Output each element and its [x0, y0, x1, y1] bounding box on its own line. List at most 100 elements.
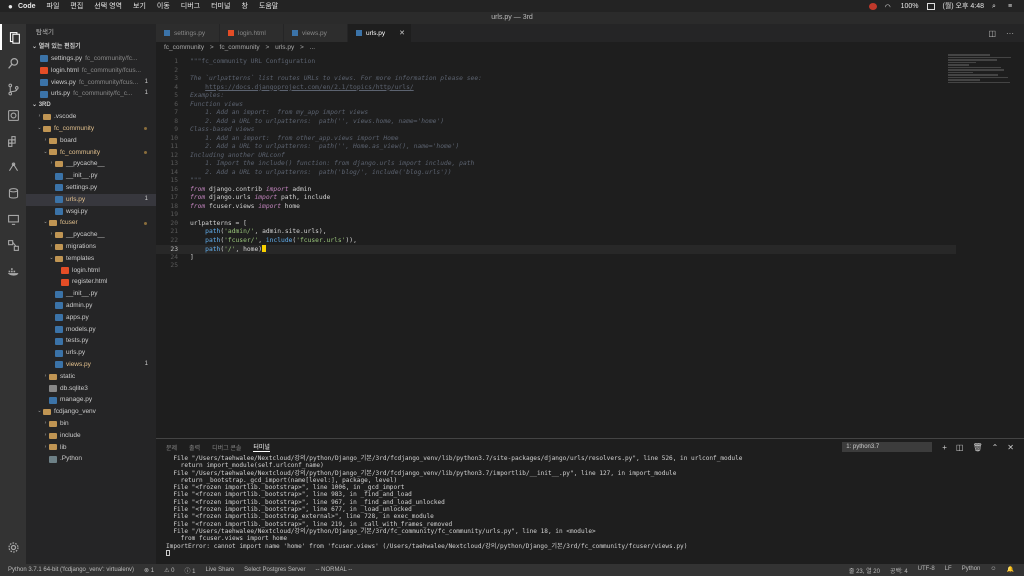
open-editors-header[interactable]: ⌄ 열려 있는 편집기 [26, 42, 156, 53]
search-icon[interactable] [0, 50, 26, 76]
maximize-panel-icon[interactable]: ⌃ [992, 443, 999, 452]
tab-terminal[interactable]: 터미널 [253, 442, 270, 452]
terminal-select[interactable]: 1: python3.7 [842, 442, 933, 452]
file-tree-item[interactable]: wsgi.py [26, 206, 156, 218]
menu-app[interactable]: Code [18, 3, 36, 10]
file-tree-item[interactable]: register.html [26, 276, 156, 288]
file-tree-item[interactable]: settings.py [26, 182, 156, 194]
close-tab-icon[interactable]: ✕ [399, 29, 405, 37]
menu-window[interactable]: 창 [241, 1, 247, 11]
error-count[interactable]: ⊗ 1 [144, 567, 154, 574]
code-line[interactable]: 9 Class-based views [156, 126, 956, 135]
menu-icon[interactable]: ≡ [1008, 3, 1016, 10]
more-actions-icon[interactable]: ··· [1006, 29, 1014, 38]
git-graph-icon[interactable] [0, 232, 26, 258]
line-ending[interactable]: LF [945, 566, 952, 575]
open-editor-item[interactable]: urls.py fc_community/fc_c... 1 [26, 88, 156, 100]
code-line[interactable]: 5 Examples: [156, 92, 956, 101]
feedback-icon[interactable]: ☺ [990, 566, 996, 575]
database-icon[interactable] [0, 180, 26, 206]
code-line[interactable]: 23 path('/', home) [156, 245, 956, 254]
file-tree-item[interactable]: › __pycache__ [26, 229, 156, 241]
open-editor-item[interactable]: login.html fc_community/fcus... [26, 65, 156, 77]
editor-tab[interactable]: urls.py ✕ [348, 24, 412, 42]
file-tree-item[interactable]: › include [26, 430, 156, 442]
editor-tab[interactable]: settings.py [156, 24, 220, 42]
file-tree-item[interactable]: models.py [26, 324, 156, 336]
code-line[interactable]: 12 Including another URLconf [156, 152, 956, 161]
code-line[interactable]: 19 [156, 211, 956, 220]
file-tree-item[interactable]: login.html [26, 265, 156, 277]
menu-file[interactable]: 파일 [47, 1, 60, 11]
code-editor[interactable]: 1 """fc_community URL Configuration 2 3 The … [156, 54, 1024, 438]
editor-tab[interactable]: views.py [284, 24, 348, 42]
cursor-position[interactable]: 줄 23, 열 20 [849, 566, 880, 575]
code-line[interactable]: 24] [156, 254, 956, 263]
tab-output[interactable]: 출력 [189, 443, 200, 452]
code-line[interactable]: 22 path('fcuser/', include('fcuser.urls'… [156, 237, 956, 246]
wifi-icon[interactable]: ◠ [885, 3, 893, 11]
split-editor-icon[interactable]: ◫ [988, 29, 996, 38]
info-count[interactable]: ⓘ 1 [184, 566, 195, 575]
debug-icon[interactable] [0, 102, 26, 128]
menu-help[interactable]: 도움말 [259, 1, 278, 11]
postgres-status[interactable]: Select Postgres Server [244, 567, 305, 573]
source-control-icon[interactable] [0, 76, 26, 102]
file-tree-item[interactable]: urls.py [26, 347, 156, 359]
code-line[interactable]: 18 from fcuser.views import home [156, 203, 956, 212]
minimap[interactable] [948, 54, 1018, 114]
search-icon[interactable]: ⌕ [992, 3, 1000, 10]
menu-go[interactable]: 이동 [157, 1, 170, 11]
breadcrumb-item[interactable]: urls.py [275, 44, 294, 51]
code-line[interactable]: 16 from django.contrib import admin [156, 186, 956, 195]
file-tree-item[interactable]: __init__.py [26, 170, 156, 182]
file-tree-item[interactable]: › board [26, 135, 156, 147]
breadcrumb-item[interactable]: ... [310, 44, 315, 51]
tab-debug-console[interactable]: 디버그 콘솔 [212, 443, 241, 452]
code-line[interactable]: 1 """fc_community URL Configuration [156, 58, 956, 67]
file-tree-item[interactable]: › static [26, 371, 156, 383]
language-mode[interactable]: Python [962, 566, 981, 575]
clock[interactable]: (월) 오후 4:48 [943, 1, 985, 11]
menu-edit[interactable]: 편집 [70, 1, 83, 11]
docker-icon[interactable] [0, 258, 26, 284]
code-line[interactable]: 15 """ [156, 177, 956, 186]
terminal-output[interactable]: File "/Users/taehwalee/Nextcloud/강의/pyth… [156, 455, 1024, 557]
encoding[interactable]: UTF-8 [918, 566, 935, 575]
settings-gear-icon[interactable] [0, 534, 26, 560]
file-tree-item[interactable]: ⌄ fc_community [26, 147, 156, 159]
code-line[interactable]: 21 path('admin/', admin.site.urls), [156, 228, 956, 237]
open-editor-item[interactable]: settings.py fc_community/fc... [26, 53, 156, 65]
code-line[interactable]: 17 from django.urls import path, include [156, 194, 956, 203]
new-terminal-icon[interactable]: + [942, 443, 947, 452]
menu-terminal[interactable]: 터미널 [211, 1, 230, 11]
code-line[interactable]: 3 The `urlpatterns` list routes URLs to v… [156, 75, 956, 84]
file-tree-item[interactable]: tests.py [26, 335, 156, 347]
code-line[interactable]: 2 [156, 67, 956, 76]
breadcrumb-item[interactable]: fc_community [220, 44, 260, 51]
live-share-status[interactable]: Live Share [205, 567, 234, 573]
menu-view[interactable]: 보기 [133, 1, 146, 11]
menu-selection[interactable]: 선택 영역 [94, 1, 122, 11]
warning-count[interactable]: ⚠ 0 [164, 567, 174, 574]
file-tree-item[interactable]: .Python [26, 453, 156, 465]
code-line[interactable]: 14 2. Add a URL to urlpatterns: path('bl… [156, 169, 956, 178]
code-line[interactable]: 8 2. Add a URL to urlpatterns: path('', … [156, 118, 956, 127]
file-tree-item[interactable]: apps.py [26, 312, 156, 324]
code-line[interactable]: 25 [156, 262, 956, 271]
file-tree-item[interactable]: › migrations [26, 241, 156, 253]
file-tree-item[interactable]: ⌄ fcdjango_venv [26, 406, 156, 418]
file-tree-item[interactable]: › lib [26, 442, 156, 454]
breadcrumb-item[interactable]: fc_community [164, 44, 204, 51]
code-line[interactable]: 10 1. Add an import: from other_app.view… [156, 135, 956, 144]
tab-problems[interactable]: 문제 [166, 443, 177, 452]
file-tree-item[interactable]: urls.py 1 [26, 193, 156, 206]
indentation[interactable]: 공백: 4 [890, 566, 908, 575]
code-line[interactable]: 7 1. Add an import: from my_app import v… [156, 109, 956, 118]
file-tree-item[interactable]: admin.py [26, 300, 156, 312]
live-share-icon[interactable] [0, 154, 26, 180]
file-tree-item[interactable]: › bin [26, 418, 156, 430]
file-tree-item[interactable]: __init__.py [26, 288, 156, 300]
apple-icon[interactable]: ● [8, 2, 18, 11]
file-tree-item[interactable]: db.sqlite3 [26, 383, 156, 395]
